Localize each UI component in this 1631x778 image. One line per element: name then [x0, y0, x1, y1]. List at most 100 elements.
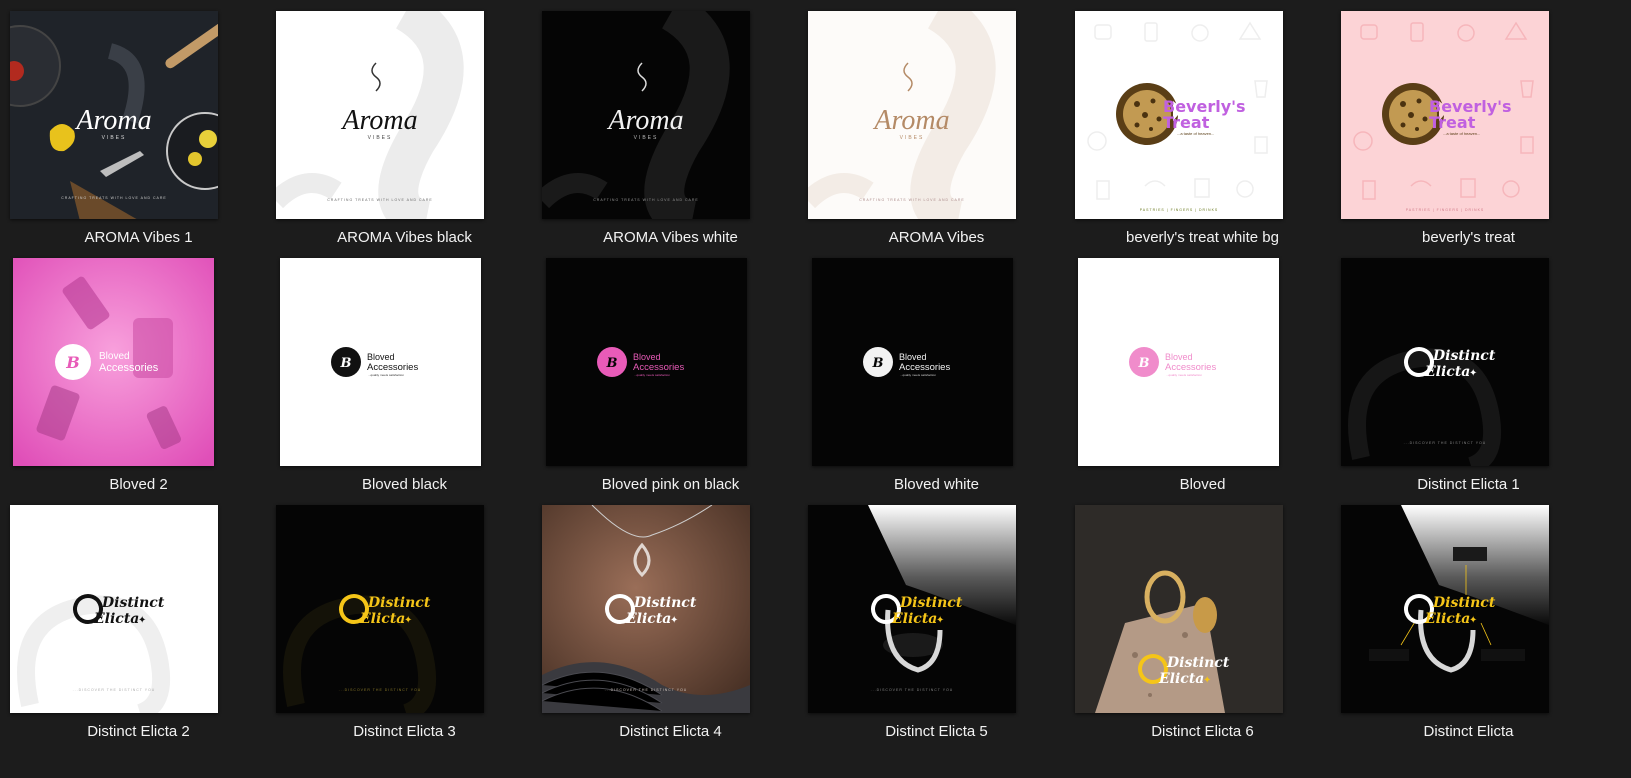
file-item[interactable]: Aroma VIBES CRAFTING TREATS WITH LOVE AN… [266, 0, 543, 257]
svg-text:Elicta: Elicta [1424, 611, 1470, 627]
thumbnail-image: Distinct Elicta ✦ ...DISCOVER THE DISTIN… [542, 505, 750, 713]
file-item[interactable]: Distinct Elicta ✦ Distinct Elicta [1330, 494, 1607, 751]
thumbnail-image: Distinct Elicta ✦ ...DISCOVER THE DISTIN… [276, 505, 484, 713]
svg-text:Treat: Treat [1163, 113, 1210, 132]
file-name-label: Bloved [1179, 476, 1226, 493]
svg-text:B: B [872, 356, 884, 371]
aroma-logo-text: Aroma [74, 105, 151, 136]
svg-text:Elicta: Elicta [359, 611, 405, 627]
file-name-label: beverly's treat [1422, 229, 1515, 246]
file-name-label: Distinct Elicta [1423, 723, 1514, 740]
file-item[interactable]: B Bloved Accessories ...quality meets sa… [532, 247, 809, 504]
file-name-label: Distinct Elicta 2 [87, 723, 190, 740]
file-name-label: Distinct Elicta 4 [619, 723, 722, 740]
file-name-label: Distinct Elicta 1 [1417, 476, 1520, 493]
svg-text:CRAFTING TREATS WITH LOVE AND: CRAFTING TREATS WITH LOVE AND CARE [327, 198, 432, 202]
file-item[interactable]: Distinct Elicta ✦ ...DISCOVER THE DISTIN… [1330, 247, 1607, 504]
thumbnail-image: B Bloved Accessories ...quality meets sa… [1078, 258, 1279, 466]
file-name-label: Bloved white [893, 476, 980, 493]
thumbnail-image: Distinct Elicta ✦ ...DISCOVER THE DISTIN… [1341, 258, 1549, 466]
thumbnail-image: Aroma VIBES CRAFTING TREATS WITH LOVE AN… [276, 11, 484, 219]
svg-text:Treat: Treat [1429, 113, 1476, 132]
file-item[interactable]: B Bloved Accessories Bloved 2 [0, 247, 277, 504]
svg-text:...DISCOVER THE DISTINCT YOU: ...DISCOVER THE DISTINCT YOU [339, 688, 422, 692]
svg-text:✦: ✦ [1203, 675, 1211, 686]
svg-text:✦: ✦ [936, 615, 944, 626]
svg-text:...quality meets satisfaction: ...quality meets satisfaction [368, 373, 404, 377]
svg-text:B: B [65, 353, 80, 372]
svg-text:B: B [1138, 356, 1150, 371]
thumbnail-image: B Bloved Accessories ...quality meets sa… [812, 258, 1013, 466]
file-item[interactable]: Distinct Elicta ✦ ...DISCOVER THE DISTIN… [532, 494, 809, 751]
svg-text:Accessories: Accessories [633, 362, 684, 373]
file-item[interactable]: Distinct Elicta ✦ ...DISCOVER THE DISTIN… [266, 494, 543, 751]
file-name-label: Distinct Elicta 6 [1151, 723, 1254, 740]
svg-text:✦: ✦ [1469, 368, 1477, 379]
elicta-logo-text: Distinct [633, 595, 697, 611]
svg-text:B: B [340, 356, 352, 371]
svg-text:✦: ✦ [1469, 615, 1477, 626]
svg-text:Accessories: Accessories [367, 362, 418, 373]
file-item[interactable]: Aroma VIBES CRAFTING TREATS WITH LOVE AN… [0, 0, 277, 257]
thumbnail-grid: Aroma VIBES CRAFTING TREATS WITH LOVE AN… [0, 0, 1631, 778]
thumbnail-image: Distinct Elicta ✦ [1341, 505, 1549, 713]
svg-text:...DISCOVER THE DISTINCT YOU: ...DISCOVER THE DISTINCT YOU [73, 688, 156, 692]
svg-text:B: B [606, 356, 618, 371]
file-item[interactable]: Distinct Elicta ✦ ...DISCOVER THE DISTIN… [0, 494, 277, 751]
file-item[interactable]: Beverly's Treat ...a taste of heaven... … [1330, 0, 1607, 257]
file-item[interactable]: B Bloved Accessories ...quality meets sa… [266, 247, 543, 504]
file-name-label: AROMA Vibes black [337, 229, 472, 246]
svg-text:PASTRIES | FINGERS | DRINKS: PASTRIES | FINGERS | DRINKS [1140, 208, 1219, 212]
elicta-logo-text: Distinct [1432, 348, 1496, 364]
svg-text:✦: ✦ [670, 615, 678, 626]
svg-text:VIBES: VIBES [900, 135, 925, 141]
svg-text:...a taste of heaven...: ...a taste of heaven... [1177, 131, 1214, 136]
thumbnail-image: Distinct Elicta ✦ ...DISCOVER THE DISTIN… [808, 505, 1016, 713]
file-name-label: Bloved 2 [109, 476, 168, 493]
file-item[interactable]: Distinct Elicta ✦ ...DISCOVER THE DISTIN… [798, 494, 1075, 751]
svg-text:✦: ✦ [404, 615, 412, 626]
file-name-label: AROMA Vibes 1 [84, 229, 193, 246]
file-item[interactable]: Aroma VIBES CRAFTING TREATS WITH LOVE AN… [532, 0, 809, 257]
svg-text:VIBES: VIBES [634, 135, 659, 141]
elicta-logo-text: Distinct [1166, 655, 1230, 671]
file-item[interactable]: Distinct Elicta ✦ Distinct Elicta 6 [1064, 494, 1341, 751]
elicta-logo-text: Distinct [899, 595, 963, 611]
elicta-logo-text: Distinct [1432, 595, 1496, 611]
svg-text:Elicta: Elicta [1158, 671, 1204, 687]
thumbnail-image: B Bloved Accessories [13, 258, 214, 466]
svg-text:...quality meets satisfaction: ...quality meets satisfaction [900, 373, 936, 377]
svg-text:Elicta: Elicta [1424, 364, 1470, 380]
thumbnail-image: B Bloved Accessories ...quality meets sa… [546, 258, 747, 466]
svg-text:CRAFTING TREATS WITH LOVE AND: CRAFTING TREATS WITH LOVE AND CARE [593, 198, 698, 202]
bloved-logo-text: Bloved [1165, 352, 1193, 362]
bloved-logo-text: Bloved [899, 352, 927, 362]
svg-text:Elicta: Elicta [891, 611, 937, 627]
svg-text:...quality meets satisfaction: ...quality meets satisfaction [634, 373, 670, 377]
svg-text:...a taste of heaven...: ...a taste of heaven... [1443, 131, 1480, 136]
svg-text:CRAFTING TREATS WITH LOVE AND: CRAFTING TREATS WITH LOVE AND CARE [859, 198, 964, 202]
file-item[interactable]: Aroma VIBES CRAFTING TREATS WITH LOVE AN… [798, 0, 1075, 257]
svg-text:...DISCOVER THE DISTINCT YOU: ...DISCOVER THE DISTINCT YOU [605, 688, 688, 692]
svg-text:Accessories: Accessories [1165, 362, 1216, 373]
thumbnail-image: Distinct Elicta ✦ [1075, 505, 1283, 713]
svg-text:...DISCOVER THE DISTINCT YOU: ...DISCOVER THE DISTINCT YOU [871, 688, 954, 692]
file-name-label: Distinct Elicta 3 [353, 723, 456, 740]
svg-text:Elicta: Elicta [93, 611, 139, 627]
svg-text:Elicta: Elicta [625, 611, 671, 627]
file-item[interactable]: B Bloved Accessories ...quality meets sa… [798, 247, 1075, 504]
thumbnail-image: B Bloved Accessories ...quality meets sa… [280, 258, 481, 466]
svg-text:VIBES: VIBES [368, 135, 393, 141]
file-item[interactable]: Beverly's Treat ...a taste of heaven... … [1064, 0, 1341, 257]
file-name-label: AROMA Vibes white [603, 229, 738, 246]
aroma-logo-text: Aroma [606, 105, 683, 136]
bloved-logo-text: Bloved [367, 352, 395, 362]
thumbnail-image: Beverly's Treat ...a taste of heaven... … [1341, 11, 1549, 219]
file-item[interactable]: B Bloved Accessories ...quality meets sa… [1064, 247, 1341, 504]
thumbnail-image: Aroma VIBES CRAFTING TREATS WITH LOVE AN… [10, 11, 218, 219]
thumbnail-image: Beverly's Treat ...a taste of heaven... … [1075, 11, 1283, 219]
aroma-logo-text: Aroma [872, 105, 949, 136]
aroma-logo-text: Aroma [340, 105, 417, 136]
svg-text:VIBES: VIBES [102, 135, 127, 141]
svg-text:✦: ✦ [138, 615, 146, 626]
